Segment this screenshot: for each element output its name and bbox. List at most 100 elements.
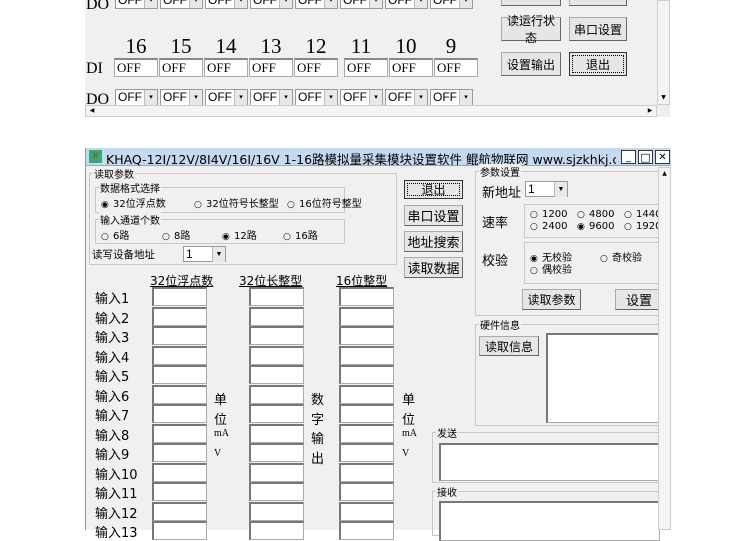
do-select-top[interactable]: OFF ▾ [295,0,338,9]
long-value-field[interactable] [249,287,304,306]
long-value-field[interactable] [249,462,304,482]
int16-value-field[interactable] [339,365,394,384]
int16-value-field[interactable] [339,404,394,423]
read-data-button[interactable]: 读取数据 [404,257,463,278]
parity-radio[interactable]: ○ 偶校验 [530,261,572,276]
vertical-scrollbar[interactable]: ▼ [657,0,670,105]
top-hidden-button-2[interactable] [569,0,627,6]
float-value-field[interactable] [152,501,207,521]
do-select-bottom[interactable]: OFF ▾ [160,89,203,106]
float-value-field[interactable] [152,423,207,443]
close-button[interactable]: ✕ [655,150,670,164]
minimize-button[interactable]: _ [621,150,636,164]
do-select-top[interactable]: OFF ▾ [160,0,203,9]
serial-settings-button[interactable]: 串口设置 [569,17,627,41]
top-hidden-button-1[interactable] [501,0,561,6]
float-value-field[interactable] [152,287,207,306]
set-button[interactable]: 设置 [615,289,663,310]
long-value-field[interactable] [249,326,304,345]
do-select-top[interactable]: OFF ▾ [250,0,293,9]
long-value-field[interactable] [249,521,304,540]
scroll-up-icon[interactable]: ▲ [659,168,670,180]
read-params-button[interactable]: 读取参数 [522,289,581,310]
int16-value-field[interactable] [339,501,394,521]
scroll-right-icon[interactable]: ▶ [644,106,656,116]
do-select-bottom[interactable]: OFF ▾ [250,89,293,106]
baud-radio[interactable]: ◉ 9600 [577,221,614,232]
float-value-field[interactable] [152,384,207,404]
int16-value-field[interactable] [339,306,394,326]
do-select-bottom[interactable]: OFF ▾ [205,89,248,106]
window-vertical-scrollbar[interactable]: ▲ [658,167,671,530]
do-select-bottom[interactable]: OFF ▾ [385,89,428,106]
float-value-field[interactable] [152,482,207,501]
do-select-top[interactable]: OFF ▾ [205,0,248,9]
float-value-field[interactable] [152,345,207,365]
size-grip[interactable] [657,105,670,117]
int16-value-field[interactable] [339,384,394,404]
int16-value-field[interactable] [339,423,394,443]
top-exit-button[interactable]: 退出 [569,52,627,76]
read-status-button[interactable]: 读运行状态 [501,14,561,45]
baud-radio[interactable]: ○ 1440 [624,209,659,220]
do-select-top[interactable]: OFF ▾ [115,0,158,9]
do-select-bottom[interactable]: OFF ▾ [430,89,473,106]
send-textarea[interactable] [439,443,660,481]
scroll-down-icon[interactable]: ▼ [658,92,669,104]
baud-radio[interactable]: ○ 1920 [624,221,659,232]
long-value-field[interactable] [249,482,304,501]
int16-value-field[interactable] [339,443,394,462]
do-select-bottom[interactable]: OFF ▾ [115,89,158,106]
long-value-field[interactable] [249,423,304,443]
float-value-field[interactable] [152,404,207,423]
float-value-field[interactable] [152,306,207,326]
serial-settings-button-2[interactable]: 串口设置 [404,205,463,226]
float-value-field[interactable] [152,443,207,462]
int16-value-field[interactable] [339,482,394,501]
scroll-left-icon[interactable]: ◀ [86,106,98,116]
channel-radio[interactable]: ○ 6路 [101,227,129,242]
do-select-top[interactable]: OFF ▾ [430,0,473,9]
int16-value-field[interactable] [339,326,394,345]
long-value-field[interactable] [249,384,304,404]
int16-value-field[interactable] [339,462,394,482]
baud-radio[interactable]: ○ 4800 [577,209,614,220]
do-select-top[interactable]: OFF ▾ [340,0,383,9]
int16-value-field[interactable] [339,345,394,365]
long-value-field[interactable] [249,501,304,521]
exit-button[interactable]: 退出 [404,180,463,199]
do-select-top[interactable]: OFF ▾ [385,0,428,9]
format-radio[interactable]: ○ 32位符号长整型 [194,195,279,210]
float-value-field[interactable] [152,521,207,540]
new-address-select[interactable]: 1 ▼ [525,181,568,197]
receive-textarea[interactable] [439,501,660,541]
format-radio[interactable]: ○ 16位符号整型 [287,195,362,210]
baud-radio[interactable]: ○ 2400 [530,221,567,232]
channel-radio[interactable]: ○ 16路 [283,227,318,242]
set-output-button[interactable]: 设置输出 [501,52,561,76]
float-value-field[interactable] [152,365,207,384]
hardware-info-textarea[interactable] [546,333,660,423]
channel-radio[interactable]: ○ 8路 [162,227,190,242]
baud-radio[interactable]: ○ 1200 [530,209,567,220]
long-value-field[interactable] [249,345,304,365]
parity-radio[interactable]: ○ 奇校验 [600,249,642,264]
do-select-bottom[interactable]: OFF ▾ [295,89,338,106]
do-select-bottom[interactable]: OFF ▾ [340,89,383,106]
int16-value-field[interactable] [339,287,394,306]
title-bar[interactable]: ✕ KHAQ-12I/12V/8I4V/16I/16V 1-16路模拟量采集模块… [86,148,671,167]
address-search-button[interactable]: 地址搜索 [404,231,463,252]
long-value-field[interactable] [249,443,304,462]
long-value-field[interactable] [249,365,304,384]
horizontal-scrollbar[interactable]: ◀ ▶ [85,105,657,117]
int16-value-field[interactable] [339,521,394,540]
address-select[interactable]: 1 ▼ [183,246,226,262]
float-value-field[interactable] [152,462,207,482]
float-value-field[interactable] [152,326,207,345]
channel-radio[interactable]: ◉ 12路 [222,227,257,242]
read-info-button[interactable]: 读取信息 [479,336,539,356]
long-value-field[interactable] [249,404,304,423]
long-value-field[interactable] [249,306,304,326]
maximize-button[interactable]: □ [638,150,653,164]
format-radio[interactable]: ◉ 32位浮点数 [101,195,166,210]
